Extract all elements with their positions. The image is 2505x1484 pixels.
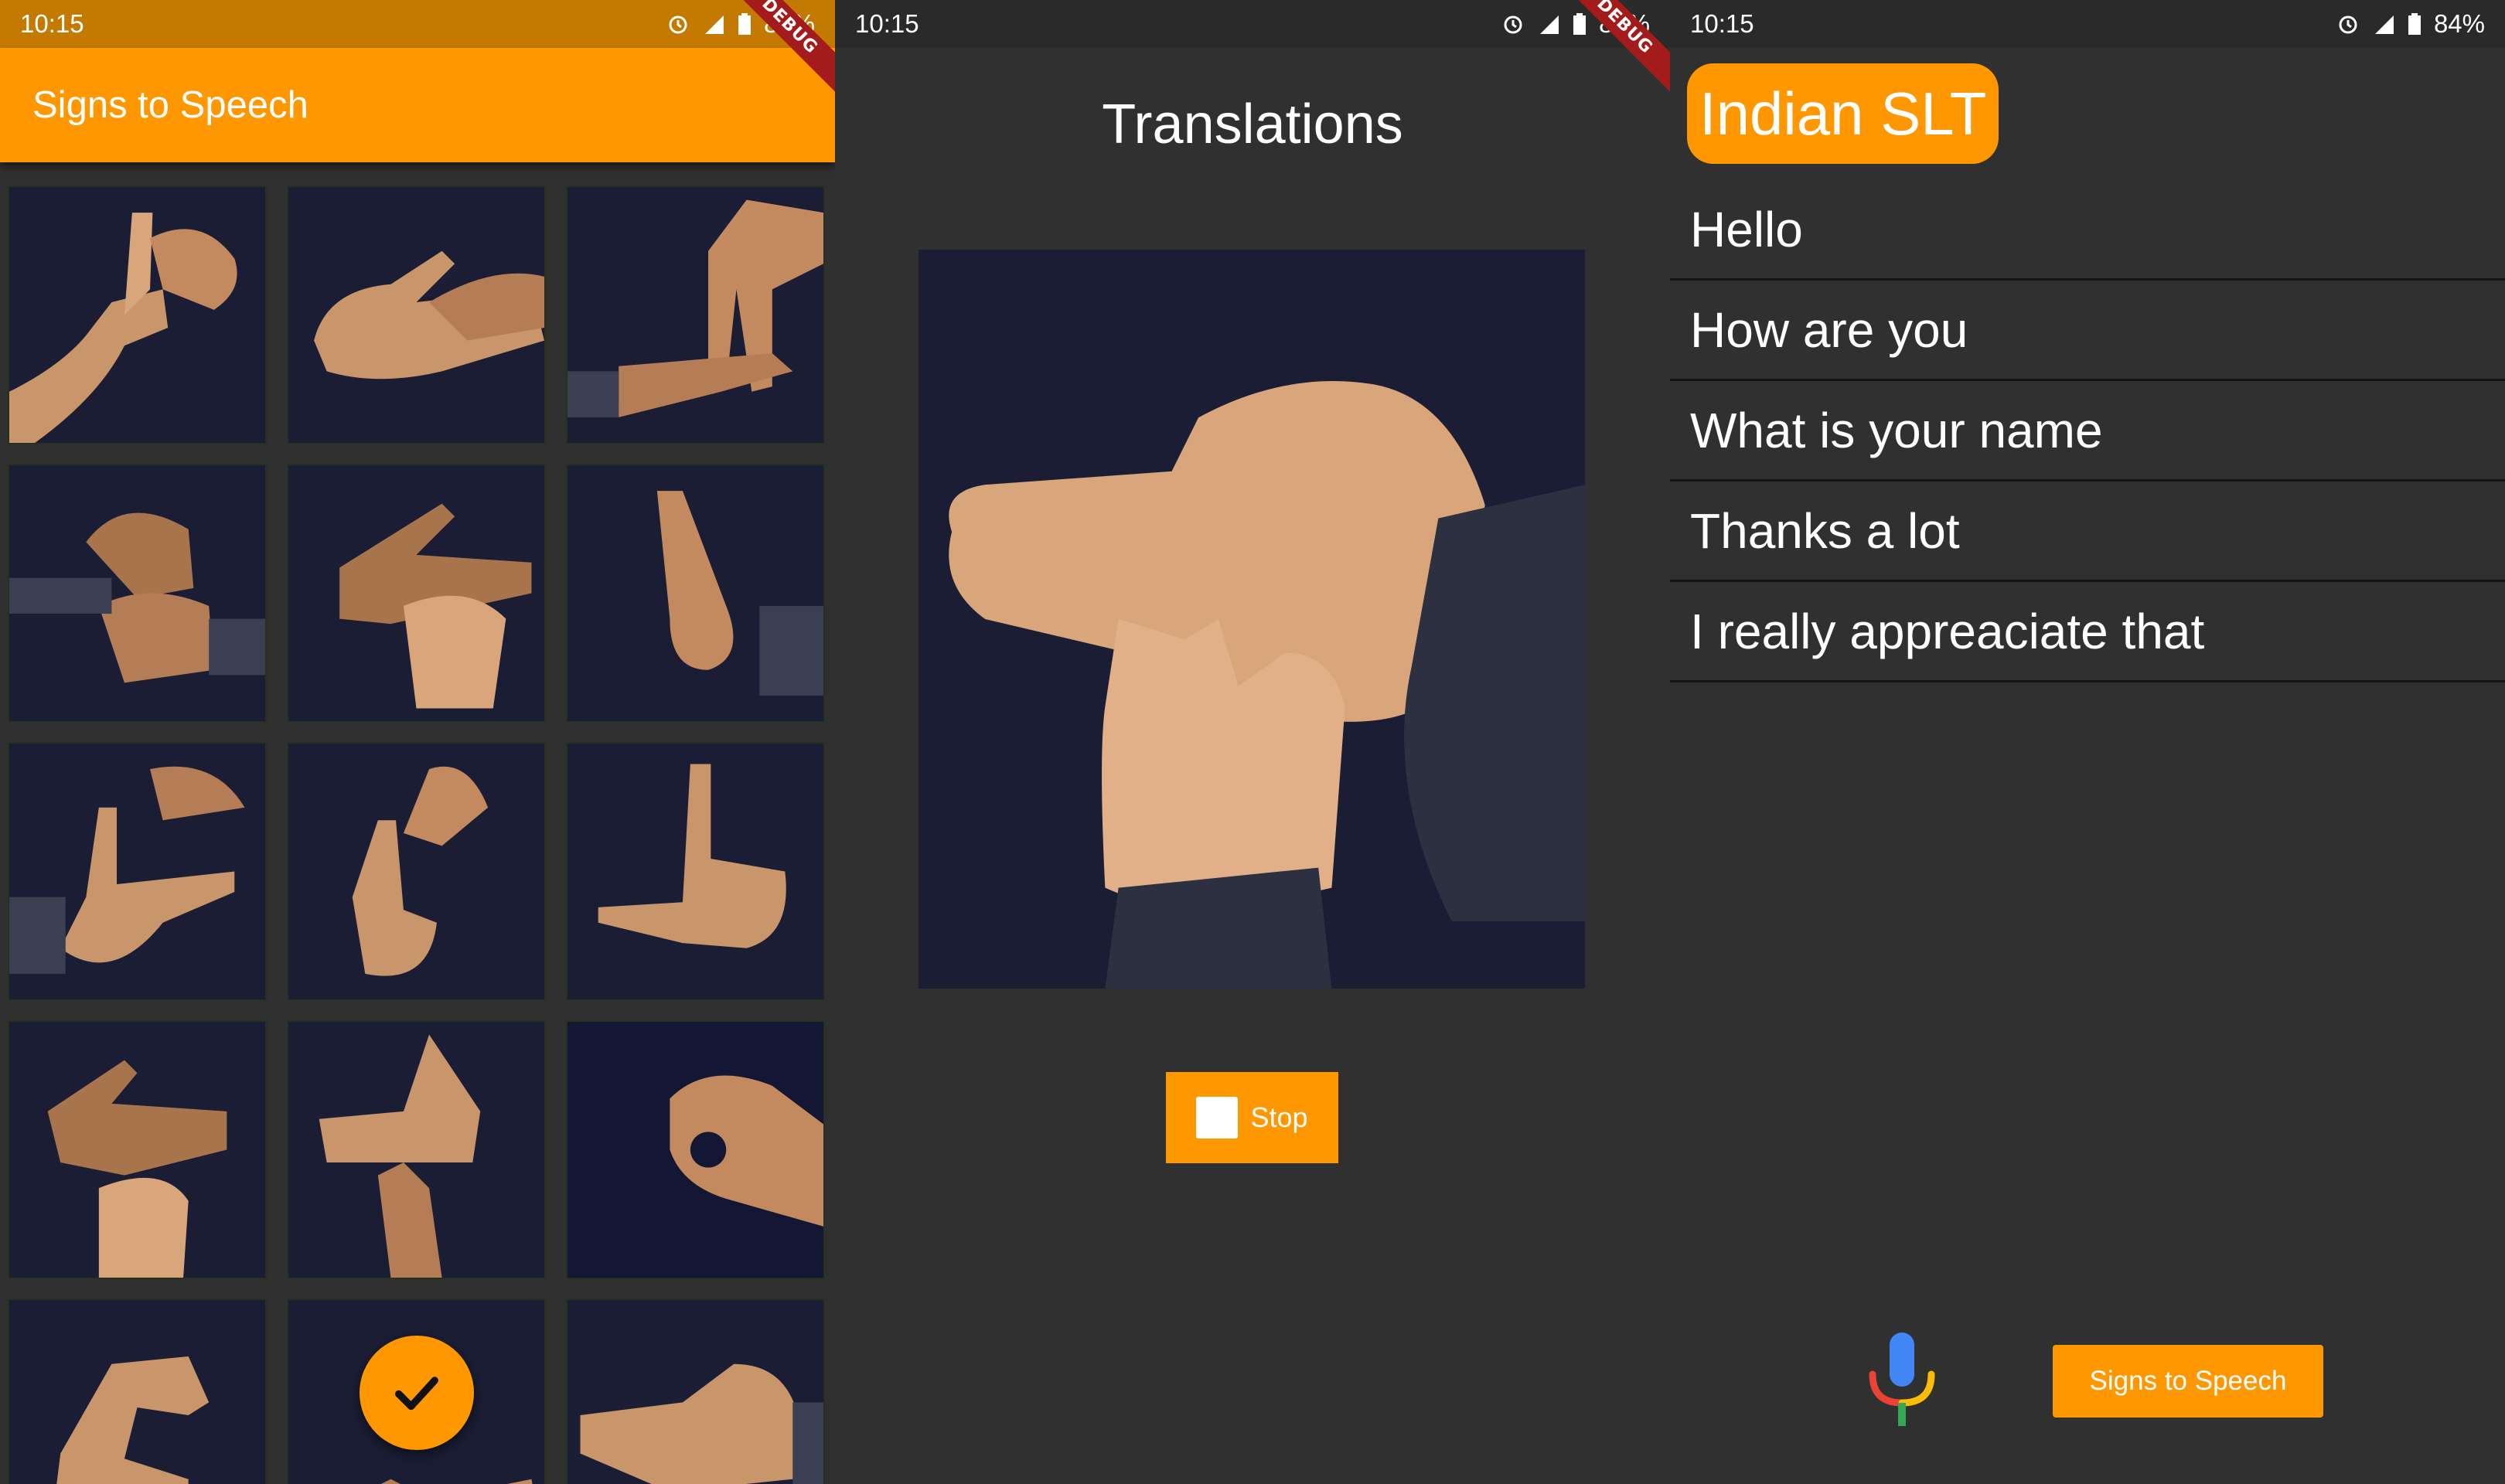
phrase-item[interactable]: What is your name <box>1670 381 2505 482</box>
battery-icon <box>1573 13 1586 35</box>
phrase-item[interactable]: Thanks a lot <box>1670 482 2505 582</box>
sign-thumbnail[interactable] <box>287 1020 546 1279</box>
stop-icon <box>1196 1097 1239 1139</box>
app-title: Indian SLT <box>1699 79 1987 148</box>
status-bar: 10:15 84% <box>835 0 1670 48</box>
confirm-fab[interactable] <box>360 1336 474 1450</box>
sign-thumbnail[interactable] <box>566 464 825 723</box>
translations-screen: 10:15 84% DEBUG Translations Stop <box>835 0 1670 1484</box>
battery-icon <box>738 13 751 35</box>
page-title: Translations <box>1102 94 1403 155</box>
indian-slt-screen: 10:15 84% Indian SLT Hello How are you W… <box>1670 0 2505 1484</box>
alarm-icon <box>1504 15 1522 34</box>
sign-thumbnail[interactable] <box>8 1298 267 1484</box>
sign-thumbnail[interactable] <box>8 186 267 444</box>
sign-thumbnail[interactable] <box>566 186 825 444</box>
app-bar: Signs to Speech <box>0 48 835 162</box>
phrase-item[interactable]: Hello <box>1670 180 2505 281</box>
signal-icon <box>2374 15 2394 34</box>
microphone-button[interactable] <box>1863 1329 1941 1430</box>
alarm-icon <box>669 15 687 34</box>
stop-button[interactable]: Stop <box>1166 1072 1338 1163</box>
sign-thumbnail[interactable] <box>8 742 267 1001</box>
app-title: Signs to Speech <box>32 84 308 126</box>
sign-image-grid <box>0 162 835 1484</box>
signs-to-speech-button[interactable]: Signs to Speech <box>2053 1345 2323 1418</box>
signal-icon <box>704 15 724 34</box>
battery-icon <box>2408 13 2421 35</box>
sign-thumbnail[interactable] <box>287 464 546 723</box>
status-time: 10:15 <box>1690 9 1754 38</box>
sign-thumbnail[interactable] <box>566 1020 825 1279</box>
sign-preview-image <box>918 250 1585 989</box>
status-icons: 84% <box>2336 9 2485 39</box>
signs-gallery-screen: 10:15 84% DEBUG Signs to Speech <box>0 0 835 1484</box>
sign-thumbnail[interactable] <box>8 1020 267 1279</box>
sign-thumbnail[interactable] <box>287 742 546 1001</box>
status-bar: 10:15 84% <box>1670 0 2505 48</box>
phrase-list: Hello How are you What is your name Than… <box>1670 180 2505 682</box>
sign-thumbnail[interactable] <box>566 742 825 1001</box>
signs-to-speech-label: Signs to Speech <box>2089 1366 2287 1396</box>
status-bar: 10:15 84% <box>0 0 835 48</box>
sign-thumbnail[interactable] <box>566 1298 825 1484</box>
status-time: 10:15 <box>20 9 84 38</box>
battery-percent: 84% <box>2433 9 2485 38</box>
microphone-icon <box>1869 1333 1935 1426</box>
app-title-chip: Indian SLT <box>1687 63 1999 164</box>
status-time: 10:15 <box>855 9 919 38</box>
sign-thumbnail[interactable] <box>287 186 546 444</box>
signal-icon <box>1539 15 1559 34</box>
phrase-item[interactable]: I really appreaciate that <box>1670 582 2505 682</box>
phrase-item[interactable]: How are you <box>1670 281 2505 381</box>
alarm-icon <box>2339 15 2357 34</box>
stop-label: Stop <box>1250 1101 1308 1133</box>
sign-thumbnail[interactable] <box>8 464 267 723</box>
check-icon <box>394 1377 438 1411</box>
